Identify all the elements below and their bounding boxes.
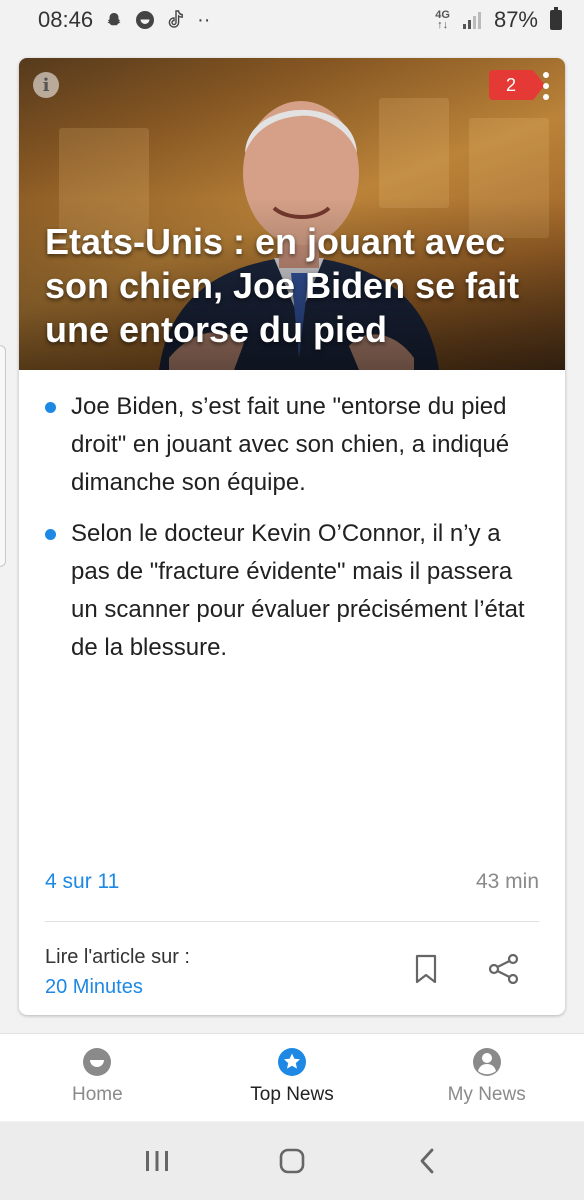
article-position: 4 sur 11 (45, 870, 120, 893)
info-icon[interactable]: i (33, 72, 59, 98)
bullet-dot (45, 402, 56, 413)
status-left: 08:46 ·· (38, 7, 210, 33)
nav-label-top-news: Top News (250, 1084, 334, 1105)
article-hero-image[interactable]: i 2 Etats-Unis : en jouant avec son chie… (19, 58, 565, 370)
summary-bullet: Selon le docteur Kevin O’Connor, il n’y … (45, 515, 541, 667)
bullet-dot (45, 529, 56, 540)
nav-item-my-news[interactable]: My News (389, 1034, 584, 1121)
nav-label-home: Home (71, 1084, 123, 1105)
app-face-icon (135, 10, 155, 30)
bottom-navigation: Home Top News My News (0, 1033, 584, 1121)
more-dot (543, 83, 549, 89)
back-icon[interactable] (407, 1141, 447, 1181)
status-right: 4G ↑↓ 87% (435, 7, 562, 33)
tiktok-icon (167, 10, 185, 30)
card-actions (409, 952, 521, 986)
more-dot (543, 72, 549, 78)
status-bar: 08:46 ·· 4G ↑↓ 87% (0, 0, 584, 40)
battery-icon (550, 7, 562, 30)
edge-panel-handle[interactable] (0, 345, 6, 567)
more-notifications-icon: ·· (197, 8, 211, 31)
article-age: 43 min (475, 870, 539, 893)
read-on-label: Lire l'article sur : (45, 946, 190, 968)
news-card[interactable]: i 2 Etats-Unis : en jouant avec son chie… (19, 58, 565, 1015)
nav-item-home[interactable]: Home (0, 1034, 195, 1121)
bookmark-icon[interactable] (409, 952, 443, 986)
article-source: Lire l'article sur : 20 Minutes (45, 942, 190, 1002)
summary-bullet: Joe Biden, s’est fait une "entorse du pi… (45, 388, 541, 502)
recent-apps-icon[interactable] (137, 1141, 177, 1181)
nav-label-my-news: My News (447, 1084, 526, 1105)
person-icon (471, 1046, 503, 1078)
more-dot (543, 94, 549, 100)
summary-bullet-text: Joe Biden, s’est fait une "entorse du pi… (71, 393, 510, 496)
data-activity-arrows: ↑↓ (437, 19, 449, 31)
notification-count-badge[interactable]: 2 (489, 70, 545, 100)
battery-percentage: 87% (493, 7, 538, 32)
home-button-icon[interactable] (272, 1141, 312, 1181)
more-options-icon[interactable] (541, 72, 551, 100)
source-link[interactable]: 20 Minutes (45, 972, 190, 1002)
snapchat-icon (105, 11, 123, 29)
nav-item-top-news[interactable]: Top News (195, 1034, 390, 1121)
card-divider (45, 921, 539, 922)
status-time: 08:46 (38, 7, 94, 32)
system-navigation-bar (0, 1122, 584, 1200)
smiley-icon (81, 1046, 113, 1078)
summary-bullets: Joe Biden, s’est fait une "entorse du pi… (19, 370, 565, 667)
signal-strength-icon (462, 11, 482, 29)
article-headline[interactable]: Etats-Unis : en jouant avec son chien, J… (45, 220, 545, 352)
card-meta: 4 sur 11 43 min (45, 870, 539, 894)
star-icon (276, 1046, 308, 1078)
share-icon[interactable] (487, 952, 521, 986)
network-type-indicator: 4G ↑↓ (435, 10, 450, 31)
summary-bullet-text: Selon le docteur Kevin O’Connor, il n’y … (71, 520, 525, 661)
